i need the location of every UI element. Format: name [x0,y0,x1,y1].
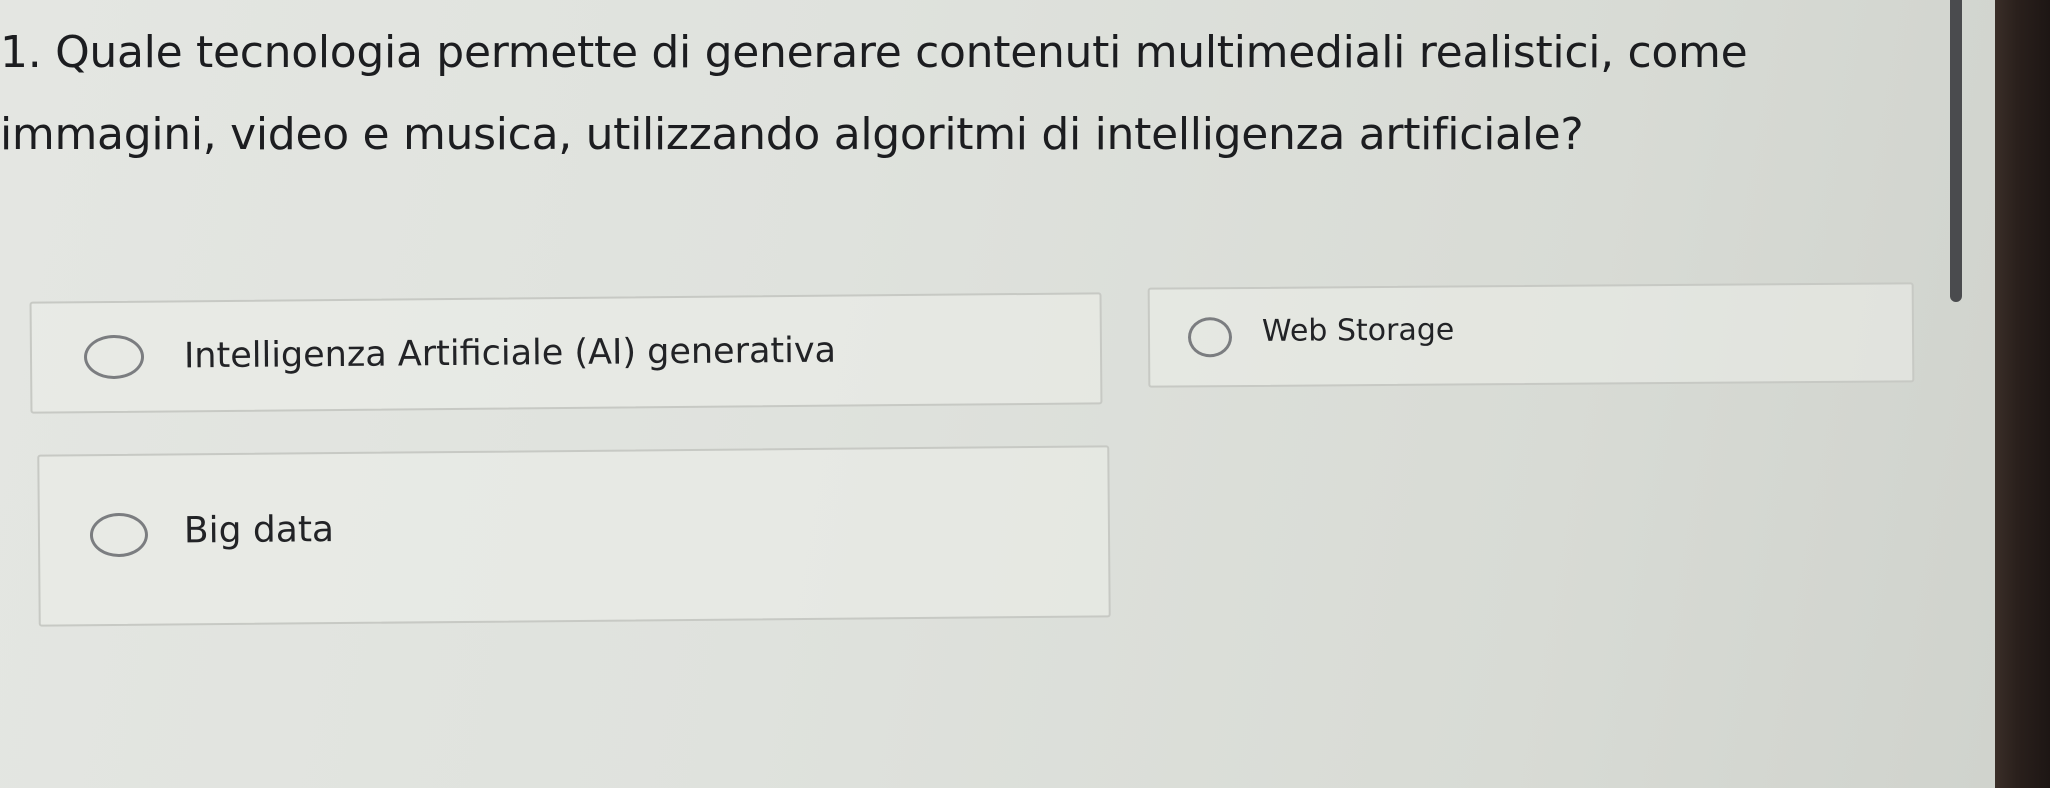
answer-option-big-data[interactable]: Big data [37,445,1111,627]
device-bezel [1995,0,2050,788]
answer-option-web-storage[interactable]: Web Storage [1147,282,1915,388]
answer-option-label: Big data [183,508,335,551]
question-number: 1. [0,27,42,78]
scrollbar[interactable] [1950,0,1962,302]
quiz-screen: 1. Quale tecnologia permette di generare… [0,0,1995,788]
question-heading: 1. Quale tecnologia permette di generare… [0,12,1940,176]
answer-option-label: Web Storage [1261,312,1455,349]
radio-button-icon[interactable] [89,512,149,558]
answer-option-ai-generativa[interactable]: Intelligenza Artificiale (AI) generativa [29,292,1103,414]
question-text: Quale tecnologia permette di generare co… [0,27,1748,160]
answer-option-label: Intelligenza Artificiale (AI) generativa [183,330,837,377]
radio-button-icon[interactable] [83,334,145,380]
radio-button-icon[interactable] [1187,317,1233,358]
